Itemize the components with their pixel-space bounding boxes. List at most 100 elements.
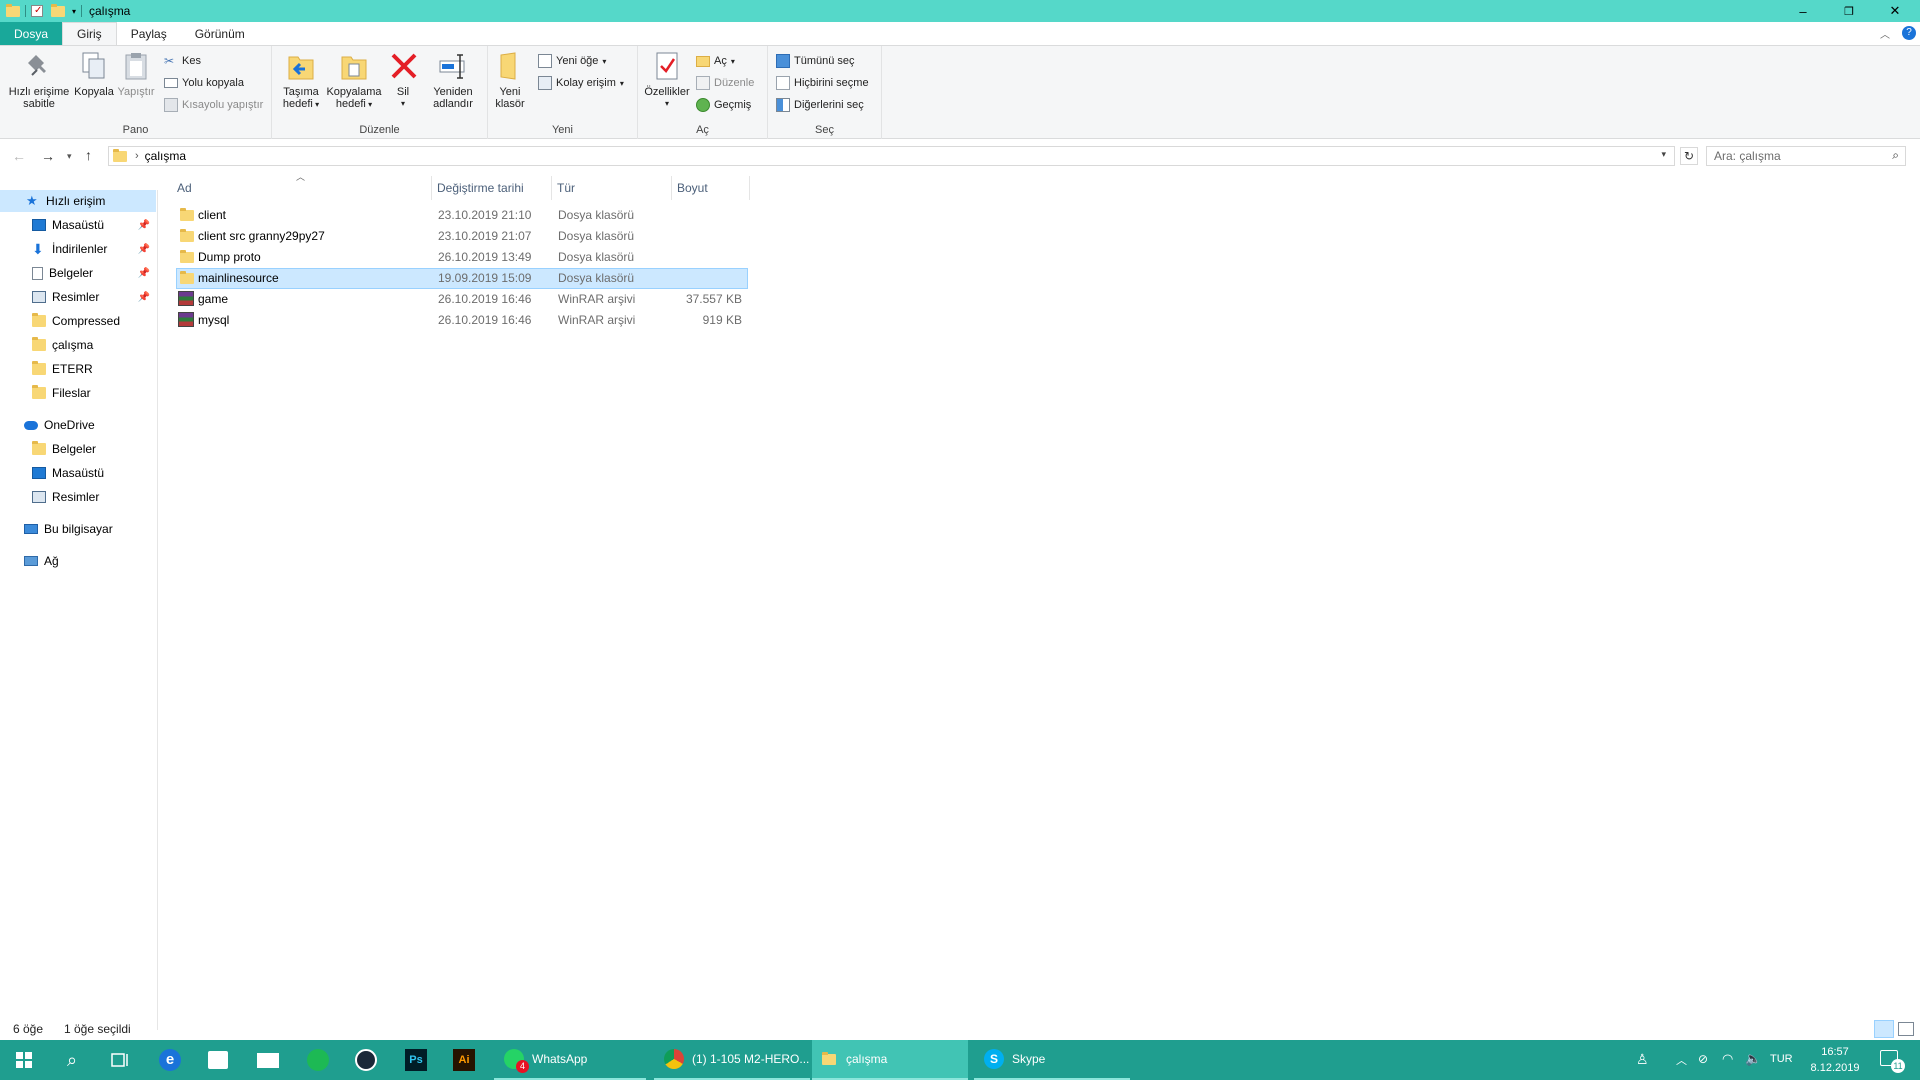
pin-quick-access-button[interactable]: Hızlı erişime sabitle xyxy=(4,50,74,110)
delete-button[interactable]: Sil ▾ xyxy=(388,50,418,110)
file-date: 26.10.2019 16:46 xyxy=(438,292,532,306)
pin-icon[interactable]: 📌 xyxy=(138,220,150,231)
file-row[interactable]: Dump proto 26.10.2019 13:49 Dosya klasör… xyxy=(176,247,748,268)
file-row[interactable]: mysql 26.10.2019 16:46 WinRAR arşivi 919… xyxy=(176,310,748,331)
taskbar-app-chrome[interactable]: (1) 1-105 M2-HERO... xyxy=(654,1040,810,1080)
task-view-icon[interactable] xyxy=(96,1040,144,1080)
properties-button[interactable]: Özellikler ▾ xyxy=(642,50,692,110)
tab-dosya[interactable]: Dosya xyxy=(0,22,63,45)
copy-button[interactable]: Kopyala xyxy=(72,50,116,98)
new-folder-button[interactable]: Yeni klasör xyxy=(492,50,528,110)
details-view-icon[interactable] xyxy=(1874,1020,1894,1038)
up-arrow-icon[interactable]: ↑ xyxy=(85,147,92,163)
file-row[interactable]: game 26.10.2019 16:46 WinRAR arşivi 37.5… xyxy=(176,289,748,310)
recent-locations-chevron-icon[interactable]: ▾ xyxy=(67,151,72,162)
spotify-icon[interactable] xyxy=(294,1040,342,1080)
refresh-icon[interactable]: ↻ xyxy=(1680,147,1698,165)
illustrator-icon[interactable]: Ai xyxy=(440,1040,488,1080)
nav-onedrive-masaustu[interactable]: Masaüstü xyxy=(0,462,156,484)
pin-icon[interactable]: 📌 xyxy=(138,268,150,279)
nav-item-indirilenler[interactable]: ⬇ İndirilenler 📌 xyxy=(0,238,156,260)
copy-to-button[interactable]: Kopyalama hedefi ▾ xyxy=(324,50,384,111)
copy-path-button[interactable]: Yolu kopyala xyxy=(164,74,244,92)
large-icons-view-icon[interactable] xyxy=(1898,1022,1914,1036)
nav-quick-access[interactable]: ★ Hızlı erişim xyxy=(0,190,156,212)
breadcrumb-separator-icon[interactable]: › xyxy=(135,150,139,162)
people-icon[interactable]: ♙ xyxy=(1636,1051,1649,1068)
delete-x-icon xyxy=(388,50,420,82)
pin-icon[interactable]: 📌 xyxy=(138,292,150,303)
select-none-button[interactable]: Hiçbirini seçme xyxy=(776,74,869,92)
search-input[interactable]: Ara: çalışma ⌕ xyxy=(1706,146,1906,166)
store-icon[interactable] xyxy=(194,1040,242,1080)
network-offline-icon[interactable]: ⊘ xyxy=(1698,1052,1708,1066)
start-windows-icon[interactable] xyxy=(0,1040,48,1080)
edit-button[interactable]: Düzenle xyxy=(696,74,754,92)
forward-arrow-icon[interactable]: → xyxy=(41,148,55,164)
paste-button[interactable]: Yapıştır xyxy=(114,50,158,98)
column-header-name[interactable]: Ad xyxy=(172,176,432,200)
nav-item-belgeler[interactable]: Belgeler 📌 xyxy=(0,262,156,284)
address-bar[interactable]: › çalışma ▾ xyxy=(108,146,1675,166)
taskbar-app-whatsapp[interactable]: 4 WhatsApp xyxy=(494,1040,646,1080)
nav-item-calisma[interactable]: çalışma xyxy=(0,334,156,356)
column-header-type[interactable]: Tür xyxy=(552,176,672,200)
file-row-selected[interactable]: mainlinesource 19.09.2019 15:09 Dosya kl… xyxy=(176,268,748,289)
properties-quick-icon[interactable]: ✓ xyxy=(31,5,43,17)
clock[interactable]: 16:57 8.12.2019 xyxy=(1808,1044,1862,1076)
copy-to-icon xyxy=(338,50,370,82)
close-button[interactable]: ✕ xyxy=(1872,0,1918,22)
new-folder-quick-icon[interactable] xyxy=(51,3,65,17)
nav-network[interactable]: Ağ xyxy=(0,550,156,572)
cut-button[interactable]: ✂ Kes xyxy=(164,52,201,70)
nav-item-compressed[interactable]: Compressed xyxy=(0,310,156,332)
volume-icon[interactable]: 🔈 xyxy=(1745,1051,1761,1067)
taskbar-app-explorer[interactable]: çalışma xyxy=(812,1040,968,1080)
item-count: 6 öğe xyxy=(13,1022,44,1036)
steam-icon[interactable] xyxy=(342,1040,390,1080)
pin-icon[interactable]: 📌 xyxy=(138,244,150,255)
nav-onedrive[interactable]: OneDrive xyxy=(0,414,156,436)
taskbar-app-skype[interactable]: S Skype xyxy=(974,1040,1130,1080)
tab-gorunum[interactable]: Görünüm xyxy=(181,22,259,45)
minimize-button[interactable]: – xyxy=(1780,0,1826,22)
new-item-button[interactable]: Yeni öğe ▾ xyxy=(538,52,606,70)
nav-this-pc[interactable]: Bu bilgisayar xyxy=(0,518,156,540)
file-row[interactable]: client 23.10.2019 21:10 Dosya klasörü xyxy=(176,205,748,226)
breadcrumb-current[interactable]: çalışma xyxy=(145,149,186,163)
chevron-up-icon[interactable]: ︿ xyxy=(1676,1052,1687,1068)
rename-button[interactable]: Yeniden adlandır xyxy=(426,50,480,110)
photoshop-icon[interactable]: Ps xyxy=(392,1040,440,1080)
tab-giris[interactable]: Giriş xyxy=(62,22,117,45)
new-folder-icon xyxy=(494,50,526,82)
nav-item-resimler[interactable]: Resimler 📌 xyxy=(0,286,156,308)
nav-onedrive-resimler[interactable]: Resimler xyxy=(0,486,156,508)
column-header-size[interactable]: Boyut xyxy=(672,176,750,200)
easy-access-button[interactable]: Kolay erişim ▾ xyxy=(538,74,624,92)
nav-item-fileslar[interactable]: Fileslar xyxy=(0,382,156,404)
file-row[interactable]: client src granny29py27 23.10.2019 21:07… xyxy=(176,226,748,247)
help-icon[interactable]: ? xyxy=(1902,26,1916,40)
input-language[interactable]: TUR xyxy=(1770,1053,1793,1065)
move-to-button[interactable]: Taşıma hedefi ▾ xyxy=(278,50,324,111)
select-all-button[interactable]: Tümünü seç xyxy=(776,52,855,70)
open-button[interactable]: Aç ▾ xyxy=(696,52,735,70)
restore-button[interactable]: ❐ xyxy=(1826,0,1872,22)
paste-shortcut-button[interactable]: Kısayolu yapıştır xyxy=(164,96,263,114)
invert-selection-button[interactable]: Diğerlerini seç xyxy=(776,96,864,114)
back-arrow-icon[interactable]: ← xyxy=(12,148,26,164)
history-button[interactable]: Geçmiş xyxy=(696,96,751,114)
address-history-chevron-icon[interactable]: ▾ xyxy=(1661,149,1666,160)
mail-icon[interactable] xyxy=(244,1040,292,1080)
nav-item-masaustu[interactable]: Masaüstü 📌 xyxy=(0,214,156,236)
wifi-icon[interactable]: ◠ xyxy=(1722,1051,1733,1067)
column-header-date[interactable]: Değiştirme tarihi xyxy=(432,176,552,200)
nav-onedrive-belgeler[interactable]: Belgeler xyxy=(0,438,156,460)
collapse-ribbon-icon[interactable]: ︿ xyxy=(1880,26,1890,41)
nav-item-eterr[interactable]: ETERR xyxy=(0,358,156,380)
customize-quick-access-icon[interactable]: ▾ xyxy=(72,7,76,16)
edge-browser-icon[interactable]: e xyxy=(146,1040,194,1080)
search-icon[interactable]: ⌕ xyxy=(48,1040,96,1080)
file-name: Dump proto xyxy=(198,250,261,264)
tab-paylas[interactable]: Paylaş xyxy=(117,22,181,45)
